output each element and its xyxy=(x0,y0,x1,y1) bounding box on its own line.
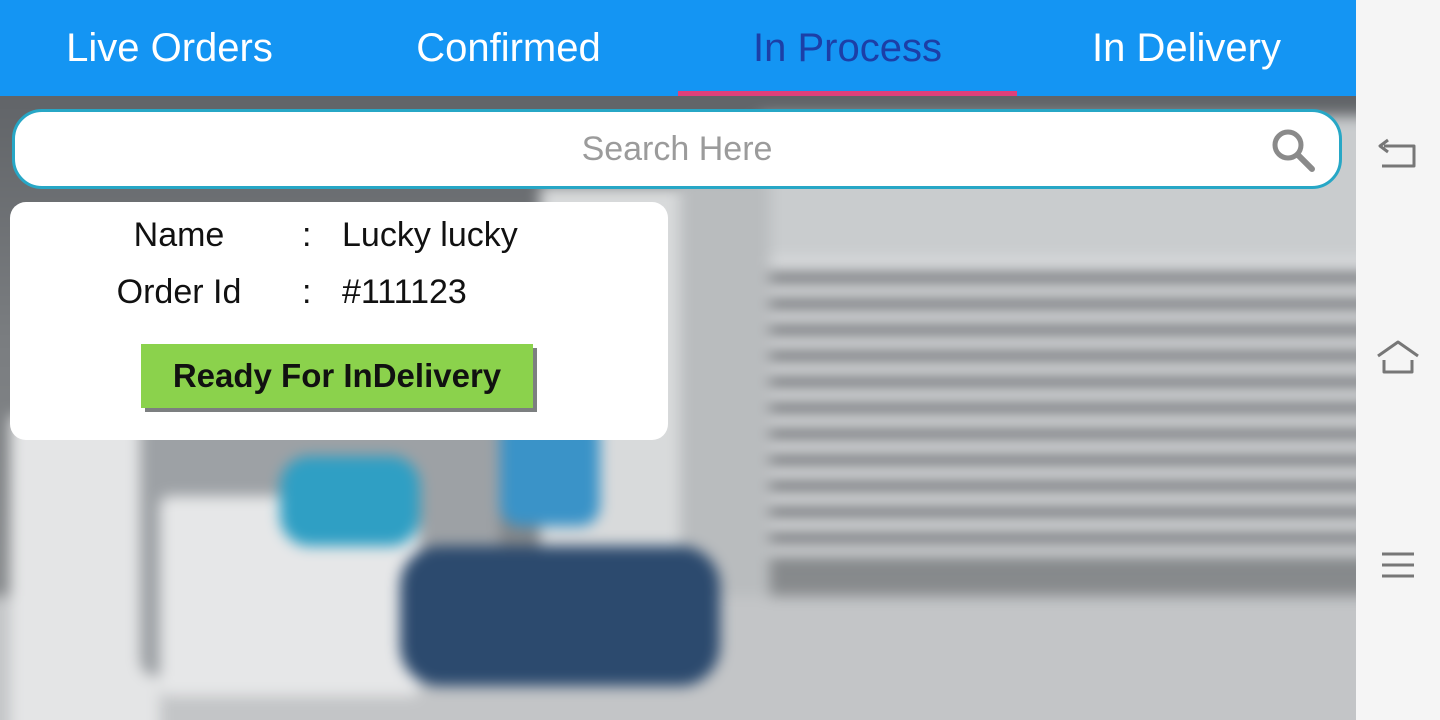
name-label: Name xyxy=(133,216,225,254)
order-id-label: Order Id xyxy=(116,273,242,311)
tab-in-delivery[interactable]: In Delivery xyxy=(1017,0,1356,96)
ready-for-indelivery-button[interactable]: Ready For InDelivery xyxy=(141,344,533,408)
menu-icon[interactable] xyxy=(1376,546,1420,586)
tab-label: In Delivery xyxy=(1092,25,1281,70)
search-bar xyxy=(12,109,1342,189)
tab-confirmed[interactable]: Confirmed xyxy=(339,0,678,96)
tab-in-process[interactable]: In Process xyxy=(678,0,1017,96)
tab-bar: Live Orders Confirmed In Process In Deli… xyxy=(0,0,1356,96)
name-value: Lucky lucky xyxy=(342,216,518,254)
search-input[interactable] xyxy=(15,128,1339,170)
tab-label: Confirmed xyxy=(416,25,601,70)
name-separator: : xyxy=(302,216,312,254)
tab-label: Live Orders xyxy=(66,25,273,70)
order-card: Name : Lucky lucky Order Id : #111123 Re… xyxy=(10,202,668,440)
tab-live-orders[interactable]: Live Orders xyxy=(0,0,339,96)
tab-label: In Process xyxy=(753,25,942,70)
back-icon[interactable] xyxy=(1376,136,1420,176)
home-icon[interactable] xyxy=(1376,338,1420,378)
order-id-separator: : xyxy=(302,273,312,311)
order-id-row: Order Id : #111123 xyxy=(10,273,668,313)
tab-underline xyxy=(678,91,1017,96)
name-row: Name : Lucky lucky xyxy=(10,216,668,256)
order-id-value: #111123 xyxy=(342,273,467,311)
action-button-label: Ready For InDelivery xyxy=(172,357,502,394)
navigation-panel xyxy=(1356,0,1440,720)
search-icon[interactable] xyxy=(1269,126,1317,174)
